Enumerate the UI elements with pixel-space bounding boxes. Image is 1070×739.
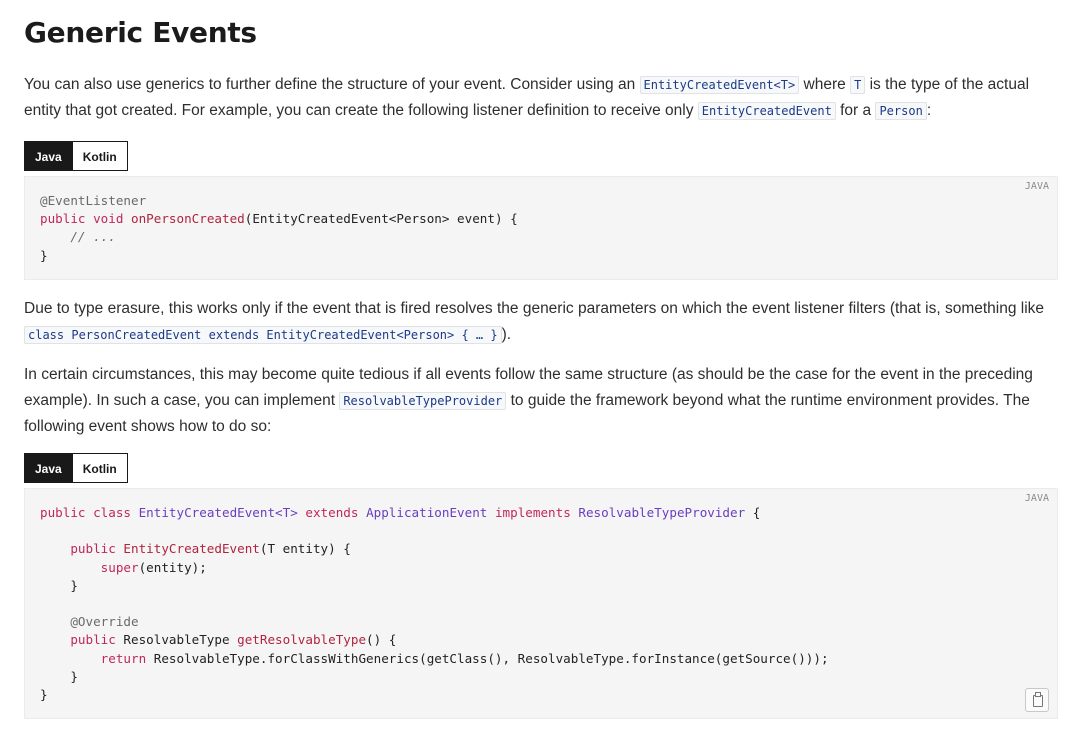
para-text: ). [501, 326, 512, 343]
code-language-label: JAVA [1024, 493, 1049, 504]
inline-code-entity-created-event-t: EntityCreatedEvent<T> [639, 76, 800, 94]
para-text: Due to type erasure, this works only if … [24, 300, 1045, 317]
inline-code-t: T [850, 76, 866, 94]
inline-code-person-created-event: class PersonCreatedEvent extends EntityC… [24, 326, 502, 344]
code-text: () { [366, 632, 397, 648]
inline-code-person: Person [875, 102, 927, 120]
intro-paragraph: You can also use generics to further def… [24, 72, 1060, 124]
annotation: @EventListener [40, 193, 147, 208]
code-text: ResolvableType [123, 632, 238, 648]
keyword: public class [40, 505, 139, 520]
keyword: extends [305, 505, 367, 520]
code-comment: // ... [40, 229, 116, 245]
method-name: onPersonCreated [131, 211, 245, 227]
method-name: EntityCreatedEvent [123, 541, 260, 557]
code-text: (entity); [138, 559, 207, 575]
method-name: getResolvableType [237, 632, 367, 648]
code-text: } [40, 686, 48, 702]
inline-code-resolvable-type-provider: ResolvableTypeProvider [339, 392, 507, 410]
type-name: ApplicationEvent [366, 505, 495, 520]
code-text: } [40, 577, 78, 593]
keyword: implements [494, 505, 579, 520]
keyword: public void [40, 211, 131, 227]
keyword: public [40, 632, 124, 648]
keyword: super [40, 559, 139, 575]
type-name: EntityCreatedEvent<T> [138, 505, 306, 520]
code-language-tabs: Java Kotlin [24, 141, 128, 171]
resolvable-type-paragraph: In certain circumstances, this may becom… [24, 362, 1060, 440]
clipboard-icon [1033, 692, 1043, 707]
tab-java[interactable]: Java [24, 453, 73, 483]
code-listing: @EventListener public void onPersonCreate… [40, 192, 518, 265]
para-text: for a [835, 102, 876, 119]
code-language-tabs: Java Kotlin [24, 453, 128, 483]
code-text: (T entity) { [259, 541, 351, 557]
tab-kotlin[interactable]: Kotlin [72, 141, 128, 171]
code-text: ResolvableType.forClassWithGenerics(getC… [153, 650, 829, 666]
tab-java[interactable]: Java [24, 141, 73, 171]
copy-code-button[interactable] [1025, 688, 1049, 712]
section-heading: Generic Events [24, 16, 257, 49]
code-text: { [745, 505, 761, 520]
code-text: } [40, 668, 78, 684]
keyword: return [40, 650, 154, 666]
code-listing: public class EntityCreatedEvent<T> exten… [40, 504, 829, 704]
keyword: public [40, 541, 124, 557]
code-language-label: JAVA [1024, 181, 1049, 192]
code-text: (EntityCreatedEvent<Person> event) { [244, 211, 518, 227]
annotation: @Override [40, 614, 139, 630]
code-block-event-class: JAVA public class EntityCreatedEvent<T> … [24, 488, 1058, 719]
code-text: } [40, 247, 48, 263]
para-text: where [799, 76, 851, 93]
type-name: ResolvableTypeProvider [578, 505, 746, 520]
para-text: : [926, 102, 932, 119]
para-text: You can also use generics to further def… [24, 76, 640, 93]
type-erasure-paragraph: Due to type erasure, this works only if … [24, 296, 1060, 348]
documentation-page: Generic Events You can also use generics… [0, 0, 1070, 739]
tab-kotlin[interactable]: Kotlin [72, 453, 128, 483]
code-block-listener: JAVA @EventListener public void onPersonC… [24, 176, 1058, 280]
inline-code-entity-created-event: EntityCreatedEvent [697, 102, 836, 120]
